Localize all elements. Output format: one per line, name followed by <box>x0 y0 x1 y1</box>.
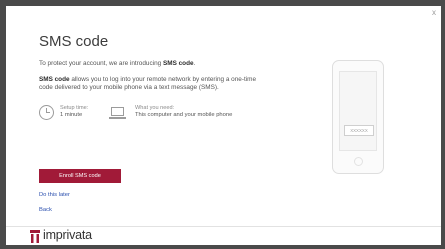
page-title: SMS code <box>39 33 109 50</box>
setup-time-value: 1 minute <box>60 111 83 118</box>
imprivata-logo-icon <box>30 230 40 243</box>
dialog-content: SMS code To protect your account, we are… <box>39 34 299 130</box>
do-this-later-link[interactable]: Do this later <box>39 192 70 198</box>
requirements-label: What you need: <box>135 104 175 111</box>
setup-time: Setup time: 1 minute <box>60 105 88 119</box>
info-row: Setup time: 1 minute What you need: This… <box>39 104 299 130</box>
close-icon[interactable]: x <box>432 9 436 17</box>
setup-time-label: Setup time: <box>60 104 89 111</box>
clock-icon <box>39 104 54 120</box>
phone-illustration: XXXXXX <box>332 60 384 174</box>
brand-name: imprivata <box>43 228 92 242</box>
description-bold: SMS code <box>39 75 70 83</box>
sms-enroll-dialog: x SMS code To protect your account, we a… <box>6 6 441 245</box>
description-body: allows you to log into your remote netwo… <box>39 75 257 92</box>
code-placeholder-box: XXXXXX <box>344 125 374 136</box>
requirements: What you need: This computer and your mo… <box>135 105 232 119</box>
laptop-icon <box>109 106 126 119</box>
intro-text: To protect your account, we are introduc… <box>39 60 299 69</box>
intro-bold: SMS code <box>162 60 194 67</box>
requirements-value: This computer and your mobile phone <box>135 111 233 118</box>
phone-screen <box>339 71 377 151</box>
back-link[interactable]: Back <box>39 207 52 213</box>
description-text: SMS code allows you to log into your rem… <box>39 76 271 93</box>
footer: imprivata <box>6 226 441 245</box>
intro-prefix: To protect your account, we are introduc… <box>39 60 163 67</box>
phone-home-button <box>354 157 363 166</box>
intro-suffix: . <box>193 60 196 67</box>
enroll-sms-button[interactable]: Enroll SMS code <box>39 169 121 183</box>
